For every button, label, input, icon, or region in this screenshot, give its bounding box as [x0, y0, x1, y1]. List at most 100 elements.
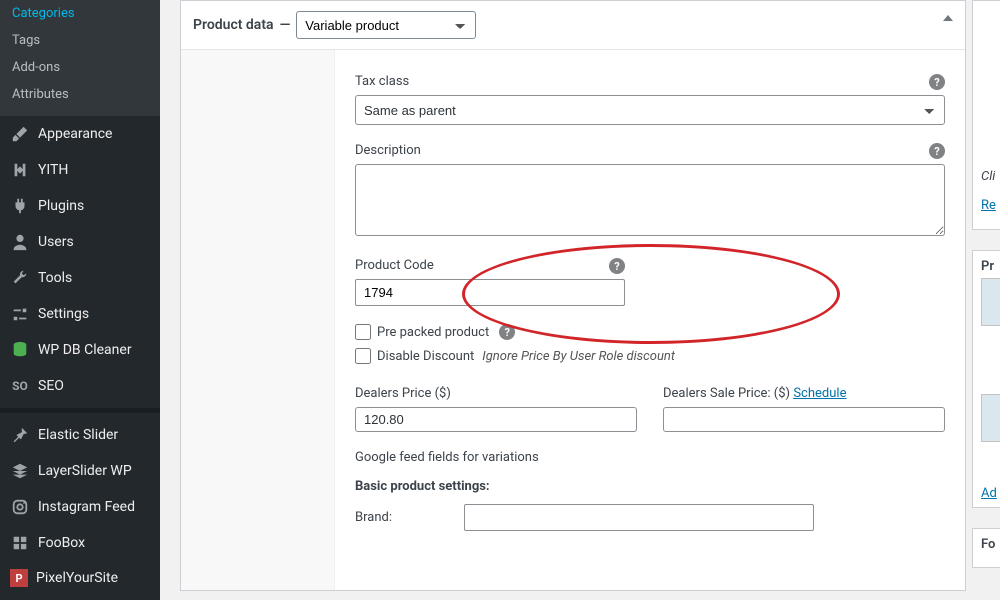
product-type-select[interactable]: Variable product	[296, 11, 476, 39]
panel-title: Product data	[193, 17, 274, 33]
seo-icon: SO	[10, 376, 30, 396]
sidebar-item-foobox[interactable]: FooBox	[0, 525, 160, 561]
right-text-cli: Cli	[981, 169, 1000, 184]
plug-icon	[10, 196, 30, 216]
basic-settings-heading: Basic product settings:	[355, 479, 945, 494]
sidebar-item-label: YITH	[38, 162, 68, 178]
sidebar-subitem-categories[interactable]: Categories	[0, 0, 160, 27]
sidebar-item-users[interactable]: Users	[0, 224, 160, 260]
wrench-icon	[10, 268, 30, 288]
description-label: Description	[355, 143, 945, 158]
brush-icon	[10, 124, 30, 144]
brand-label: Brand:	[355, 510, 450, 525]
brand-input[interactable]	[464, 504, 814, 531]
sidebar-subitem-addons[interactable]: Add-ons	[0, 54, 160, 81]
tax-class-label: Tax class	[355, 74, 945, 89]
help-icon[interactable]: ?	[609, 258, 625, 274]
panel-dash: —	[280, 17, 291, 33]
panel-body: Tax class ? Same as parent Description ?…	[181, 50, 965, 590]
sidebar-item-label: PixelYourSite	[36, 570, 118, 586]
help-icon[interactable]: ?	[499, 324, 515, 340]
sidebar-item-label: Users	[38, 234, 74, 250]
right-link-ad[interactable]: Ad	[981, 486, 1000, 501]
sidebar-item-label: LayerSlider WP	[38, 463, 132, 479]
tax-class-select[interactable]: Same as parent	[355, 95, 945, 125]
sidebar-item-settings[interactable]: Settings	[0, 296, 160, 332]
sidebar-item-label: Elastic Slider	[38, 427, 118, 443]
description-row: Description ?	[355, 143, 945, 240]
pre-packed-label: Pre packed product	[377, 325, 489, 340]
dealers-price-row: Dealers Price ($) Dealers Sale Price: ($…	[355, 386, 945, 432]
product-code-label: Product Code	[355, 258, 635, 273]
sidebar-item-wpdbcleaner[interactable]: WP DB Cleaner	[0, 332, 160, 368]
sidebar-submenu: Categories Tags Add-ons Attributes	[0, 0, 160, 116]
right-meta-column: Cli Re Pr Ad Fo	[972, 0, 1000, 600]
pre-packed-row: Pre packed product ?	[355, 324, 945, 340]
panel-header: Product data — Variable product	[181, 1, 965, 50]
help-icon[interactable]: ?	[929, 74, 945, 90]
dealers-sale-col: Dealers Sale Price: ($) Schedule	[663, 386, 945, 432]
disable-discount-hint: Ignore Price By User Role discount	[482, 349, 675, 364]
grid-icon	[10, 533, 30, 553]
sidebar-item-yith[interactable]: YITH	[0, 152, 160, 188]
sidebar-item-label: Instagram Feed	[38, 499, 135, 515]
google-feed-label: Google feed fields for variations	[355, 450, 945, 465]
sidebar-item-label: Tools	[38, 270, 72, 286]
sliders-icon	[10, 304, 30, 324]
instagram-icon	[10, 497, 30, 517]
sidebar-item-label: SEO	[38, 378, 64, 394]
right-box-2: Pr Ad	[972, 250, 1000, 508]
dealers-sale-label: Dealers Sale Price: ($) Schedule	[663, 386, 945, 401]
sidebar-item-tools[interactable]: Tools	[0, 260, 160, 296]
main-content: Product data — Variable product Tax clas…	[160, 0, 1000, 600]
dealers-sale-input[interactable]	[663, 407, 945, 432]
dealers-price-label: Dealers Price ($)	[355, 386, 637, 401]
tax-class-row: Tax class ? Same as parent	[355, 74, 945, 125]
pixelyoursite-icon: P	[10, 569, 28, 587]
disable-discount-checkbox[interactable]	[355, 348, 371, 364]
right-text-fo: Fo	[981, 537, 1000, 552]
yith-icon	[10, 160, 30, 180]
pre-packed-checkbox[interactable]	[355, 324, 371, 340]
right-box-3: Fo	[972, 528, 1000, 568]
product-code-input[interactable]	[355, 279, 625, 306]
layers-icon	[10, 461, 30, 481]
thumbnail-image[interactable]	[981, 394, 1000, 442]
sidebar-item-label: FooBox	[38, 535, 85, 551]
sidebar-item-label: WP DB Cleaner	[38, 342, 132, 358]
product-data-panel: Product data — Variable product Tax clas…	[180, 0, 966, 591]
sidebar-separator	[0, 408, 160, 413]
panel-content: Tax class ? Same as parent Description ?…	[335, 50, 965, 590]
help-icon[interactable]: ?	[929, 143, 945, 159]
brand-row: Brand:	[355, 504, 945, 531]
right-box-1: Cli Re	[972, 0, 1000, 230]
sidebar-item-pixelyoursite[interactable]: P PixelYourSite	[0, 561, 160, 595]
sidebar-item-plugins[interactable]: Plugins	[0, 188, 160, 224]
user-icon	[10, 232, 30, 252]
sidebar-subitem-tags[interactable]: Tags	[0, 27, 160, 54]
sidebar-subitem-attributes[interactable]: Attributes	[0, 81, 160, 108]
database-icon	[10, 340, 30, 360]
admin-sidebar: Categories Tags Add-ons Attributes Appea…	[0, 0, 160, 600]
dealers-price-col: Dealers Price ($)	[355, 386, 637, 432]
disable-discount-row: Disable Discount Ignore Price By User Ro…	[355, 348, 945, 364]
pin-icon	[10, 425, 30, 445]
sidebar-item-seo[interactable]: SO SEO	[0, 368, 160, 404]
sidebar-item-label: Settings	[38, 306, 89, 322]
schedule-link[interactable]: Schedule	[793, 386, 846, 401]
panel-collapse-toggle[interactable]	[943, 15, 953, 21]
product-code-row: Product Code ?	[355, 258, 635, 306]
thumbnail-image[interactable]	[981, 278, 1000, 326]
sidebar-item-label: Plugins	[38, 198, 84, 214]
sidebar-item-layerslider[interactable]: LayerSlider WP	[0, 453, 160, 489]
right-link-re[interactable]: Re	[981, 198, 1000, 213]
sidebar-item-appearance[interactable]: Appearance	[0, 116, 160, 152]
sidebar-item-instagramfeed[interactable]: Instagram Feed	[0, 489, 160, 525]
disable-discount-label: Disable Discount	[377, 349, 474, 364]
panel-tabs-sidebar	[181, 50, 335, 590]
description-textarea[interactable]	[355, 164, 945, 236]
sidebar-item-elasticslider[interactable]: Elastic Slider	[0, 417, 160, 453]
right-text-pr: Pr	[981, 259, 1000, 274]
sidebar-item-label: Appearance	[38, 126, 112, 142]
dealers-price-input[interactable]	[355, 407, 637, 432]
